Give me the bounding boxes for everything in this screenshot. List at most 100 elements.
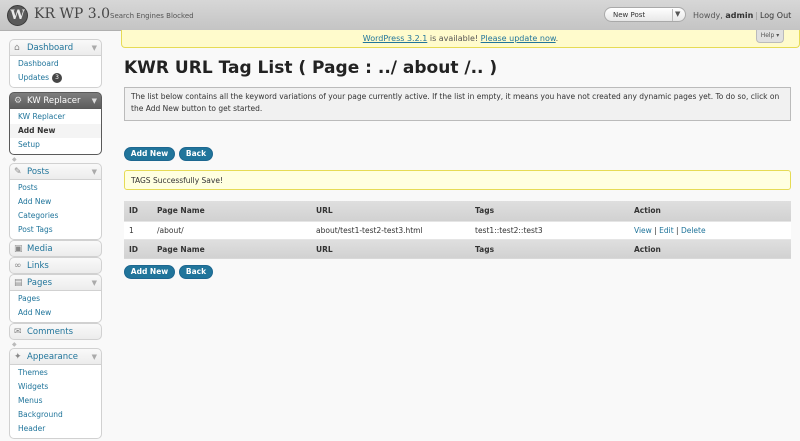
help-label: Help: [760, 32, 775, 39]
menu-appearance[interactable]: ✦ Appearance ▼: [9, 348, 102, 365]
appearance-icon: ✦: [14, 352, 22, 362]
menu-label: Dashboard: [27, 43, 74, 53]
submenu-item-setup[interactable]: Setup: [10, 138, 101, 152]
column-footer-tags: Tags: [470, 239, 629, 259]
submenu-item-menus[interactable]: Menus: [10, 394, 101, 408]
chevron-down-icon[interactable]: ▼: [92, 168, 97, 176]
table-footer-row: ID Page Name URL Tags Action: [124, 239, 791, 259]
posts-submenu: Posts Add New Categories Post Tags: [9, 180, 102, 240]
pages-icon: ▤: [14, 278, 23, 288]
submenu-item-pages[interactable]: Pages: [10, 292, 101, 306]
menu-label: KW Replacer: [27, 96, 81, 106]
submenu-item-add-new[interactable]: Add New: [10, 124, 101, 138]
divider: |: [755, 11, 758, 20]
view-link[interactable]: View: [634, 226, 652, 235]
kw-replacer-submenu: KW Replacer Add New Setup: [9, 109, 102, 155]
logout-link[interactable]: Log Out: [760, 11, 791, 20]
menu-label: Comments: [27, 327, 74, 337]
update-now-link[interactable]: Please update now: [481, 34, 556, 43]
cell-url: about/test1-test2-test3.html: [311, 220, 470, 240]
cell-page-name: /about/: [152, 220, 311, 240]
submenu-item-updates[interactable]: Updates 3: [10, 71, 101, 85]
chevron-down-icon[interactable]: ▼: [92, 353, 97, 361]
page-title: KWR URL Tag List ( Page : ../ about /.. …: [124, 58, 498, 78]
submenu-item-categories[interactable]: Categories: [10, 209, 101, 223]
chevron-down-icon[interactable]: ▼: [675, 10, 680, 18]
wordpress-logo-icon[interactable]: W: [7, 5, 28, 26]
column-footer-page-name: Page Name: [152, 239, 311, 259]
pages-submenu: Pages Add New: [9, 291, 102, 323]
submenu-label: Updates: [18, 73, 50, 82]
submenu-item-widgets[interactable]: Widgets: [10, 380, 101, 394]
column-footer-id: ID: [124, 239, 152, 259]
favorite-actions-dropdown[interactable]: New Post ▼: [604, 7, 686, 22]
column-footer-url: URL: [311, 239, 470, 259]
menu-dashboard[interactable]: ⌂ Dashboard ▼: [9, 39, 102, 56]
update-nag: WordPress 3.2.1 is available! Please upd…: [121, 30, 800, 48]
menu-pages[interactable]: ▤ Pages ▼: [9, 274, 102, 291]
url-tag-table: ID Page Name URL Tags Action 1 /about/ a…: [124, 201, 791, 259]
column-footer-action: Action: [629, 239, 791, 259]
menu-media[interactable]: ▣ Media: [9, 240, 102, 257]
separator-dot-icon: ◆: [12, 341, 17, 348]
dashboard-submenu: Dashboard Updates 3: [9, 56, 102, 88]
edit-link[interactable]: Edit: [659, 226, 674, 235]
submenu-item-dashboard[interactable]: Dashboard: [10, 57, 101, 71]
cell-id: 1: [124, 220, 152, 240]
username-link[interactable]: admin: [725, 11, 753, 20]
favorite-actions-label: New Post: [613, 11, 646, 19]
chevron-down-icon[interactable]: ▼: [92, 97, 97, 105]
chevron-down-icon[interactable]: ▼: [92, 44, 97, 52]
menu-comments[interactable]: ✉ Comments: [9, 323, 102, 340]
menu-posts[interactable]: ✎ Posts ▼: [9, 163, 102, 180]
update-nag-text: WordPress 3.2.1 is available! Please upd…: [362, 34, 559, 43]
back-button[interactable]: Back: [179, 147, 213, 161]
submenu-item-post-tags[interactable]: Post Tags: [10, 223, 101, 237]
menu-links[interactable]: ∞ Links: [9, 257, 102, 274]
update-available-text: is available!: [427, 34, 481, 43]
comments-icon: ✉: [14, 327, 22, 337]
update-count-badge: 3: [52, 73, 63, 83]
column-header-tags: Tags: [470, 201, 629, 221]
cell-tags: test1::test2::test3: [470, 220, 629, 240]
intro-description: The list below contains all the keyword …: [124, 87, 791, 121]
dashboard-icon: ⌂: [14, 43, 20, 53]
column-header-action: Action: [629, 201, 791, 221]
menu-label: Media: [27, 244, 53, 254]
submenu-item-add-new-page[interactable]: Add New: [10, 306, 101, 320]
add-new-button-bottom[interactable]: Add New: [124, 265, 175, 279]
pushpin-icon: ✎: [14, 167, 22, 177]
submenu-item-posts[interactable]: Posts: [10, 181, 101, 195]
delete-link[interactable]: Delete: [681, 226, 706, 235]
submenu-item-header[interactable]: Header: [10, 422, 101, 436]
help-tab[interactable]: Help ▾: [756, 30, 784, 43]
submenu-item-kw-replacer[interactable]: KW Replacer: [10, 110, 101, 124]
favorite-actions-divider: [672, 9, 673, 21]
submenu-item-add-new-post[interactable]: Add New: [10, 195, 101, 209]
add-new-button[interactable]: Add New: [124, 147, 175, 161]
submenu-item-themes[interactable]: Themes: [10, 366, 101, 380]
column-header-url: URL: [311, 201, 470, 221]
howdy-text: Howdy,: [693, 11, 723, 20]
submenu-item-background[interactable]: Background: [10, 408, 101, 422]
column-header-page-name: Page Name: [152, 201, 311, 221]
menu-label: Posts: [27, 167, 50, 177]
link-icon: ∞: [14, 261, 22, 271]
menu-label: Appearance: [27, 352, 79, 362]
chevron-down-icon[interactable]: ▼: [92, 279, 97, 287]
menu-label: Links: [27, 261, 49, 271]
wordpress-version-link[interactable]: WordPress 3.2.1: [363, 34, 428, 43]
admin-header: W KR WP 3.0 Search Engines Blocked New P…: [0, 0, 800, 31]
menu-label: Pages: [27, 278, 53, 288]
column-header-id: ID: [124, 201, 152, 221]
table-row: 1 /about/ about/test1-test2-test3.html t…: [124, 220, 791, 240]
plugin-icon: ⚙: [14, 96, 23, 106]
menu-separator: ◆: [9, 340, 102, 348]
admin-menu: ⌂ Dashboard ▼ Dashboard Updates 3 ⚙ KW Re…: [9, 39, 102, 439]
site-title[interactable]: KR WP 3.0: [34, 6, 110, 22]
menu-kw-replacer[interactable]: ⚙ KW Replacer ▼: [9, 92, 102, 109]
media-icon: ▣: [14, 244, 23, 254]
back-button-bottom[interactable]: Back: [179, 265, 213, 279]
success-notice: TAGS Successfully Save!: [124, 170, 791, 190]
separator-dot-icon: ◆: [12, 156, 17, 163]
